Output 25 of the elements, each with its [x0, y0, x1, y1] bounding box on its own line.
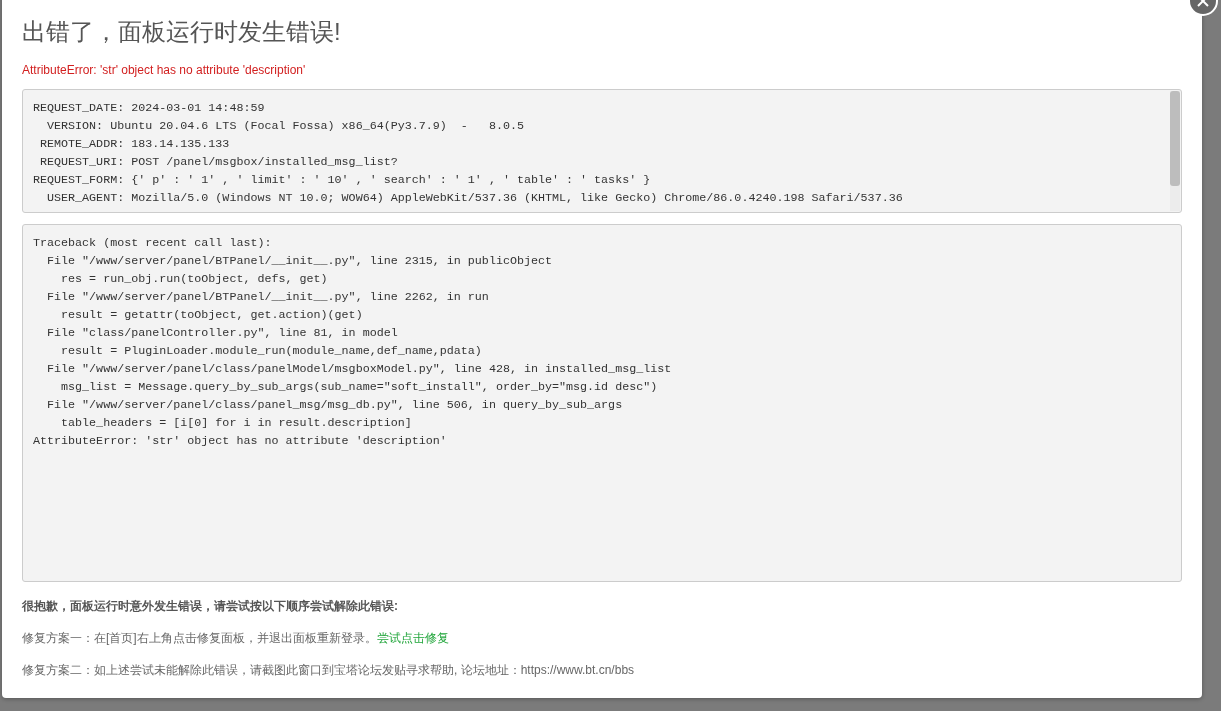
code-line: result = getattr(toObject, get.action)(get): [60, 307, 364, 324]
code-line: REMOTE_ADDR: 183.14.135.133: [39, 136, 231, 153]
code-line: AttributeError: 'str' object has no attribute 'description': [33, 433, 448, 450]
code-line: table_headers = [i[0] for i in result.description]: [60, 415, 413, 432]
code-line: Traceback (most recent call last):: [33, 235, 273, 252]
code-line: File "class/panelController.py", line 81, in model: [46, 325, 399, 342]
code-line: result = PluginLoader.module_run(module_name,def_name,pdata): [60, 343, 483, 360]
fix-instruction: 修复方案一：在[首页]右上角点击修复面板，并退出面板重新登录。尝试点击修复: [22, 630, 450, 646]
error-message: AttributeError: 'str' object has no attribute 'description': [22, 62, 307, 78]
code-line: REQUEST_URI: POST /panel/msgbox/installed_msg_list?: [39, 154, 399, 171]
code-line: REQUEST_FORM: {' p' : ' 1' , ' limit' : ' 10' , ' search' : ' 1' , ' table' : ' tasks' }: [33, 172, 652, 189]
repair-link[interactable]: 尝试点击修复: [376, 631, 449, 645]
dialog-title: 出错了，面板运行时发生错误!: [22, 17, 342, 47]
code-line: File "/www/server/panel/BTPanel/__init__.py", line 2262, in run: [46, 289, 490, 306]
fix-instruction: 修复方案二：如上述尝试未能解除此错误，请截图此窗口到宝塔论坛发贴寻求帮助, 论坛地址：https://www.bt.cn/bbs: [22, 662, 636, 678]
code-line: msg_list = Message.query_by_sub_args(sub_name="soft_install", order_by="msg.id desc"): [60, 379, 659, 396]
code-line: USER_AGENT: Mozilla/5.0 (Windows NT 10.0; WOW64) AppleWebKit/537.36 (KHTML, like Gecko) Chrome/86.0.4240.198 Safari/537.36: [46, 190, 904, 207]
code-line: File "/www/server/panel/BTPanel/__init__.py", line 2315, in publicObject: [46, 253, 553, 270]
code-line: File "/www/server/panel/class/panel_msg/msg_db.py", line 506, in query_by_sub_args: [46, 397, 624, 414]
code-line: res = run_obj.run(toObject, defs, get): [60, 271, 329, 288]
code-line: REQUEST_DATE: 2024-03-01 14:48:59: [33, 100, 266, 117]
code-line: VERSION: Ubuntu 20.04.6 LTS (Focal Fossa) x86_64(Py3.7.9) - 8.0.5: [46, 118, 525, 135]
help-heading: 很抱歉，面板运行时意外发生错误，请尝试按以下顺序尝试解除此错误:: [22, 598, 399, 614]
scrollbar[interactable]: [1170, 91, 1180, 211]
code-line: File "/www/server/panel/class/panelModel/msgboxModel.py", line 428, in installed_msg_list: [46, 361, 673, 378]
